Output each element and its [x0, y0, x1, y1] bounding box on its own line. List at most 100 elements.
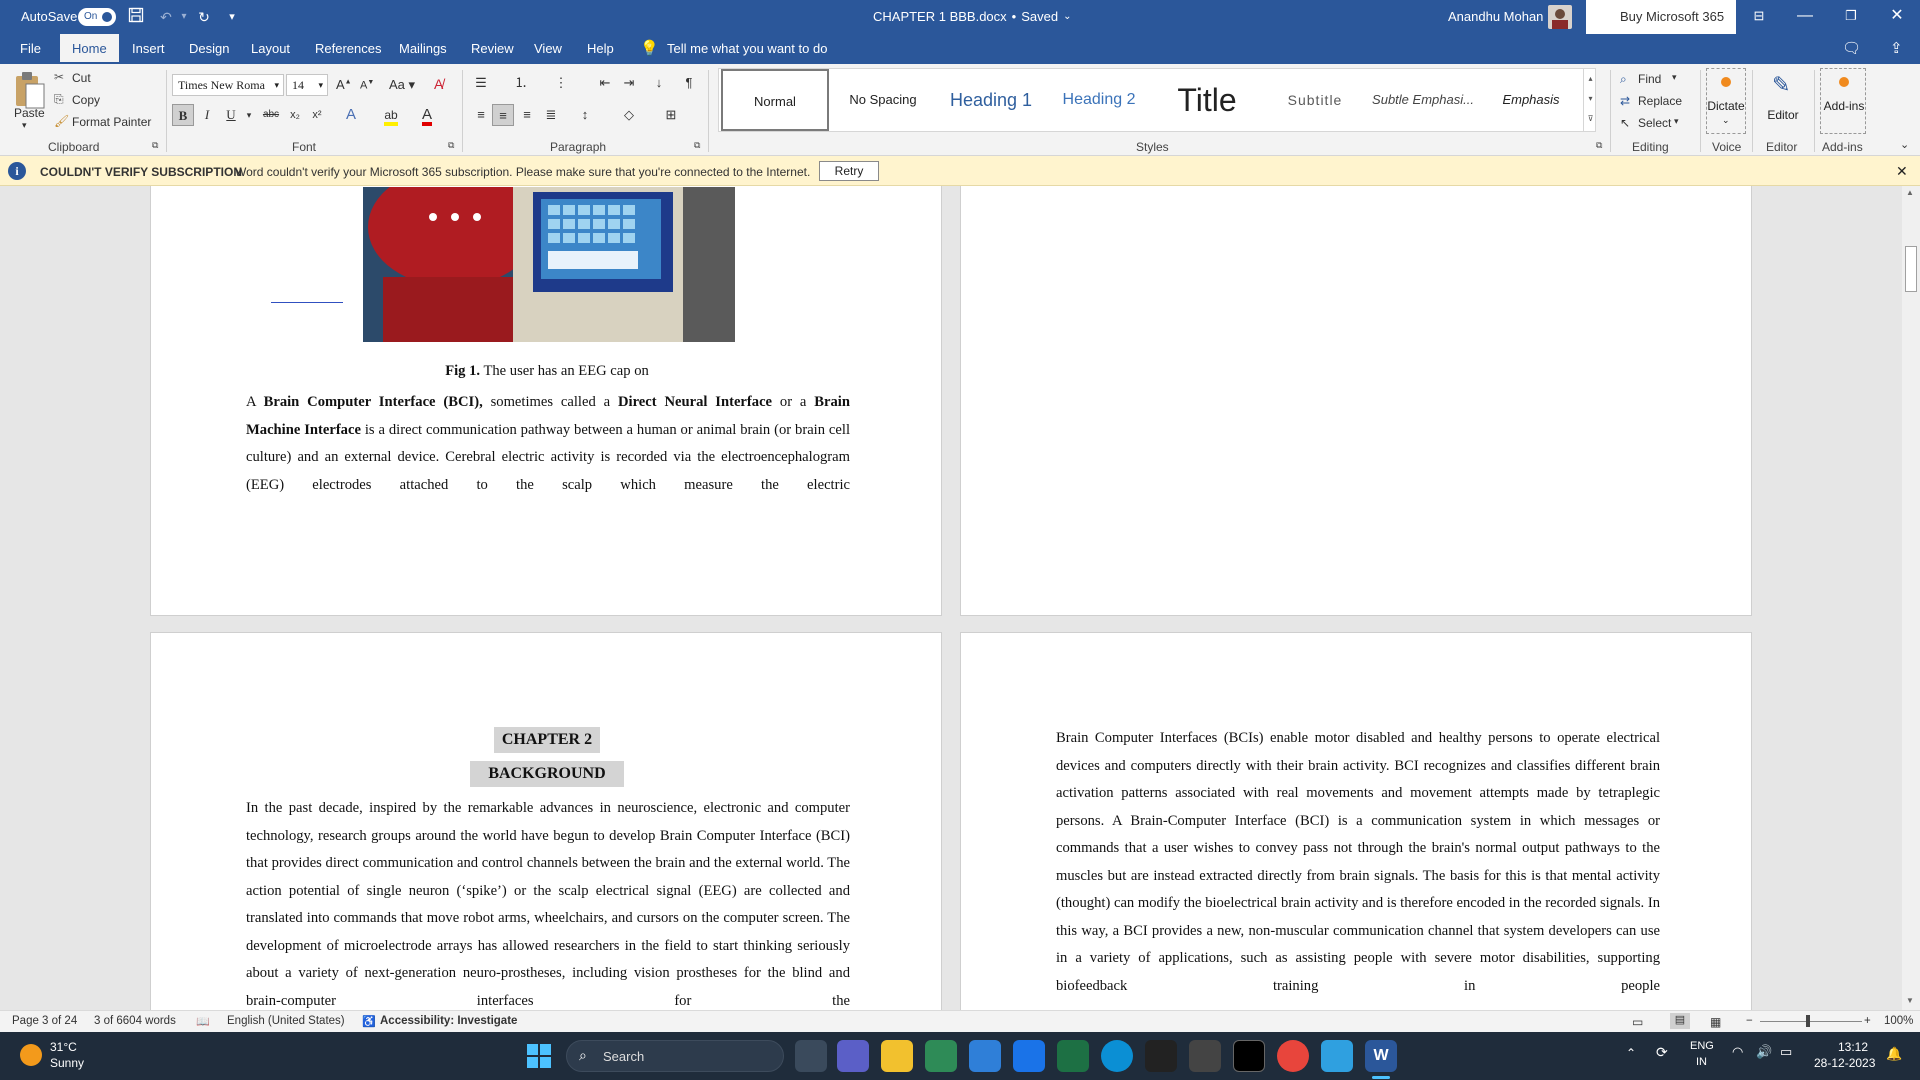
- customize-toolbar-icon[interactable]: ▾: [222, 7, 242, 27]
- dictate-button[interactable]: Dictate ⌄: [1706, 68, 1746, 134]
- tab-insert[interactable]: Insert: [132, 34, 165, 64]
- font-size-box[interactable]: 14 ▾: [286, 74, 328, 96]
- numbering-icon[interactable]: ⒈: [510, 72, 532, 94]
- scroll-up-icon[interactable]: ▲: [1906, 188, 1914, 197]
- tab-layout[interactable]: Layout: [251, 34, 290, 64]
- bullets-icon[interactable]: ☰: [470, 72, 492, 94]
- align-left-icon[interactable]: ≡: [470, 104, 492, 126]
- show-formatting-icon[interactable]: ¶: [678, 72, 700, 94]
- style-heading-2[interactable]: Heading 2: [1045, 69, 1153, 131]
- bold-icon[interactable]: B: [172, 104, 194, 126]
- close-window-icon[interactable]: ✕: [1874, 0, 1920, 34]
- scrollbar-thumb[interactable]: [1905, 246, 1917, 292]
- accessibility-status[interactable]: Accessibility: Investigate: [380, 1015, 517, 1027]
- borders-icon[interactable]: ⊞: [660, 104, 682, 126]
- wifi-icon[interactable]: ◠: [1732, 1044, 1743, 1060]
- tab-design[interactable]: Design: [189, 34, 229, 64]
- teams-icon[interactable]: [837, 1040, 869, 1072]
- terminal-icon[interactable]: [1233, 1040, 1265, 1072]
- comments-icon[interactable]: 🗨: [1842, 34, 1861, 64]
- select-dropdown-icon[interactable]: ▾: [1674, 116, 1679, 127]
- zoom-slider[interactable]: [1760, 1021, 1862, 1022]
- decrease-indent-icon[interactable]: ⇤: [594, 72, 616, 94]
- weather-temp[interactable]: 31°C: [50, 1040, 77, 1054]
- tab-references[interactable]: References: [315, 34, 381, 64]
- editor-button[interactable]: ✎ Editor: [1758, 68, 1808, 134]
- zoom-level[interactable]: 100%: [1884, 1015, 1913, 1027]
- font-launcher-icon[interactable]: ⧉: [448, 140, 454, 151]
- undo-icon[interactable]: ↶: [156, 7, 176, 27]
- close-notification-icon[interactable]: ✕: [1896, 163, 1908, 180]
- word-count[interactable]: 3 of 6604 words: [94, 1015, 176, 1027]
- redo-icon[interactable]: ↻: [194, 7, 214, 27]
- style-subtle-emphasis[interactable]: Subtle Emphasi...: [1369, 69, 1477, 131]
- style-emphasis[interactable]: Emphasis: [1477, 69, 1585, 131]
- language[interactable]: English (United States): [227, 1015, 345, 1027]
- store-icon[interactable]: [925, 1040, 957, 1072]
- avatar[interactable]: [1548, 5, 1572, 29]
- battery-icon[interactable]: ▭: [1780, 1044, 1792, 1060]
- select-button[interactable]: Select: [1638, 116, 1671, 130]
- shading-icon[interactable]: ◇: [618, 104, 640, 126]
- autosave-toggle[interactable]: On: [78, 8, 116, 26]
- input-region[interactable]: IN: [1696, 1056, 1707, 1068]
- find-button[interactable]: Find: [1638, 72, 1661, 86]
- tab-help[interactable]: Help: [587, 34, 614, 64]
- taskbar-search-box[interactable]: ⌕ Search: [566, 1040, 784, 1072]
- styles-scroll[interactable]: ▴ ▾ ⊽: [1583, 69, 1597, 131]
- copy-button[interactable]: Copy: [72, 93, 100, 107]
- find-dropdown-icon[interactable]: ▾: [1672, 72, 1677, 83]
- tab-home[interactable]: Home: [60, 34, 119, 64]
- text-effects-icon[interactable]: A: [340, 104, 362, 126]
- scroll-down-icon[interactable]: ▼: [1906, 996, 1914, 1005]
- font-color-icon[interactable]: A: [416, 104, 438, 126]
- line-spacing-icon[interactable]: ↕: [574, 104, 596, 126]
- sort-icon[interactable]: ↓: [648, 72, 670, 94]
- multilevel-list-icon[interactable]: ⋮: [550, 72, 572, 94]
- addins-button[interactable]: Add-ins: [1820, 68, 1866, 134]
- zoom-in-icon[interactable]: +: [1864, 1015, 1871, 1027]
- style-normal[interactable]: Normal: [721, 69, 829, 131]
- tab-file[interactable]: File: [20, 34, 41, 64]
- zoom-slider-thumb[interactable]: [1806, 1015, 1810, 1027]
- tab-view[interactable]: View: [534, 34, 562, 64]
- underline-dropdown-icon[interactable]: ▾: [238, 104, 260, 126]
- superscript-icon[interactable]: x²: [306, 104, 328, 126]
- tab-review[interactable]: Review: [471, 34, 514, 64]
- share-icon[interactable]: ⇪: [1890, 34, 1903, 64]
- undo-dropdown-icon[interactable]: ▾: [174, 7, 194, 27]
- highlight-color-icon[interactable]: ab: [380, 104, 402, 126]
- restore-icon[interactable]: ❐: [1828, 0, 1874, 34]
- retry-button[interactable]: Retry: [819, 161, 879, 181]
- task-view-icon[interactable]: [795, 1040, 827, 1072]
- vertical-scrollbar[interactable]: ▲ ▼: [1902, 186, 1920, 1010]
- buy-microsoft-365-button[interactable]: Buy Microsoft 365: [1586, 0, 1736, 34]
- shrink-font-icon[interactable]: A▼: [360, 79, 374, 92]
- notepad-icon[interactable]: [1321, 1040, 1353, 1072]
- file-explorer-icon[interactable]: [881, 1040, 913, 1072]
- proofing-icon[interactable]: 📖: [196, 1015, 210, 1028]
- style-title[interactable]: Title: [1153, 69, 1261, 131]
- italic-icon[interactable]: I: [196, 104, 218, 126]
- read-mode-icon[interactable]: ▭: [1632, 1015, 1643, 1029]
- paste-button[interactable]: Paste: [14, 106, 45, 120]
- increase-indent-icon[interactable]: ⇥: [618, 72, 640, 94]
- grow-font-icon[interactable]: A▲: [336, 77, 352, 92]
- word-icon[interactable]: W: [1365, 1040, 1397, 1072]
- change-case-icon[interactable]: Aa ▾: [389, 77, 415, 93]
- zoom-out-icon[interactable]: −: [1746, 1015, 1753, 1027]
- clipboard-launcher-icon[interactable]: ⧉: [152, 140, 158, 151]
- font-name-box[interactable]: Times New Roma ▾: [172, 74, 284, 96]
- styles-launcher-icon[interactable]: ⧉: [1596, 140, 1602, 151]
- tell-me-search[interactable]: Tell me what you want to do: [667, 34, 827, 64]
- document-title[interactable]: CHAPTER 1 BBB.docx • Saved ⌄: [873, 9, 1071, 24]
- edge-icon[interactable]: [1101, 1040, 1133, 1072]
- replace-button[interactable]: Replace: [1638, 94, 1682, 108]
- web-layout-icon[interactable]: ▦: [1710, 1015, 1721, 1029]
- subscript-icon[interactable]: x₂: [284, 104, 306, 126]
- style-no-spacing[interactable]: No Spacing: [829, 69, 937, 131]
- app-icon[interactable]: [1145, 1040, 1177, 1072]
- style-subtitle[interactable]: Subtitle: [1261, 69, 1369, 131]
- app-icon[interactable]: [1189, 1040, 1221, 1072]
- ribbon-display-options-icon[interactable]: ⊟: [1736, 0, 1782, 34]
